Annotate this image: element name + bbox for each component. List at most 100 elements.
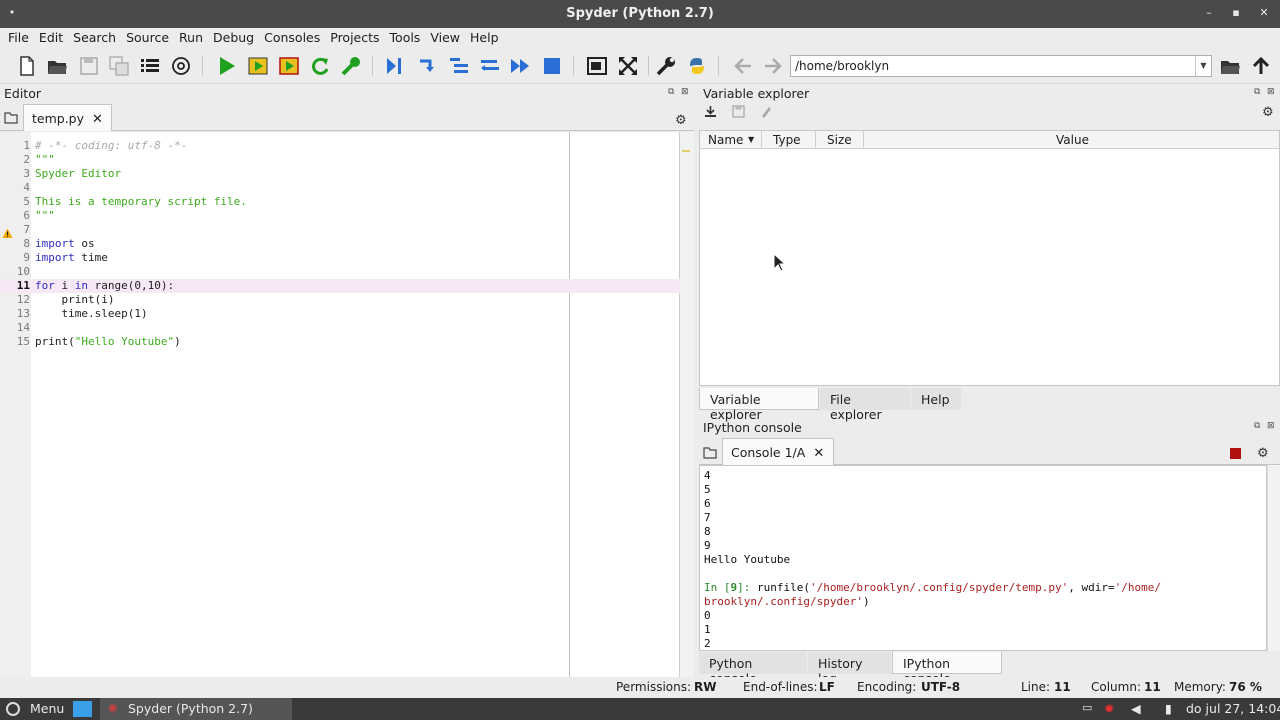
code-line[interactable]: 9 import time xyxy=(0,251,680,265)
menu-projects[interactable]: Projects xyxy=(325,28,384,45)
save-all-icon[interactable] xyxy=(108,55,130,77)
code-line[interactable]: 7 xyxy=(0,223,680,237)
tab-history-log[interactable]: History log xyxy=(808,652,891,686)
taskbar-app-spyder[interactable]: ◉ Spyder (Python 2.7) xyxy=(100,698,292,720)
menu-tools[interactable]: Tools xyxy=(385,28,426,45)
menu-edit[interactable]: Edit xyxy=(34,28,68,45)
step-into-icon[interactable] xyxy=(448,55,470,77)
working-directory-input[interactable]: /home/brooklyn ▼ xyxy=(790,55,1212,77)
menu-file[interactable]: File xyxy=(0,28,34,45)
ipython-console-output[interactable]: 4 5 6 7 8 9 Hello Youtube In [9]: runfile('/hom… xyxy=(699,465,1267,651)
preferences-wrench-icon[interactable] xyxy=(655,55,677,77)
code-line[interactable]: 13 time.sleep(1) xyxy=(0,307,680,321)
column-value[interactable]: Value xyxy=(1056,133,1089,147)
editor-scrollbar[interactable] xyxy=(680,132,694,677)
code-line[interactable]: 8 import os xyxy=(0,237,680,251)
continue-icon[interactable] xyxy=(509,55,531,77)
console-scrollbar[interactable] xyxy=(1267,465,1280,651)
menu-help[interactable]: Help xyxy=(465,28,504,45)
menu-search[interactable]: Search xyxy=(68,28,121,45)
import-data-icon[interactable] xyxy=(704,105,717,118)
column-name[interactable]: Name xyxy=(708,133,743,147)
fullscreen-icon[interactable] xyxy=(617,55,639,77)
code-line[interactable]: 10 xyxy=(0,265,680,279)
menu-consoles[interactable]: Consoles xyxy=(259,28,325,45)
mint-menu-icon[interactable] xyxy=(6,702,20,716)
gear-icon[interactable]: ⚙ xyxy=(1257,446,1269,461)
parent-directory-icon[interactable] xyxy=(1250,55,1272,77)
run-settings-icon[interactable] xyxy=(340,55,362,77)
menu-source[interactable]: Source xyxy=(121,28,174,45)
outline-list-icon[interactable] xyxy=(139,55,161,77)
code-line[interactable]: 2 """ xyxy=(0,153,680,167)
undock-pane-icon[interactable]: ⧉ xyxy=(1254,87,1260,97)
code-line[interactable]: 1 # -*- coding: utf-8 -*- xyxy=(0,139,680,153)
at-sign-icon[interactable] xyxy=(170,55,192,77)
column-size[interactable]: Size xyxy=(827,133,852,147)
code-line[interactable]: 3 Spyder Editor xyxy=(0,167,680,181)
start-menu-button[interactable]: Menu xyxy=(30,701,64,716)
menu-debug[interactable]: Debug xyxy=(208,28,259,45)
sort-chevron-icon[interactable]: ▼ xyxy=(748,135,754,144)
forward-arrow-icon[interactable] xyxy=(762,55,784,77)
debug-icon[interactable] xyxy=(384,55,406,77)
code-line[interactable]: 6 """ xyxy=(0,209,680,223)
tab-file-explorer[interactable]: File explorer xyxy=(820,388,910,422)
menu-view[interactable]: View xyxy=(425,28,465,45)
close-pane-icon[interactable]: ⊠ xyxy=(681,87,689,97)
browse-folder-icon[interactable] xyxy=(1219,55,1241,77)
stop-debug-icon[interactable] xyxy=(541,55,563,77)
undock-pane-icon[interactable]: ⧉ xyxy=(668,87,674,97)
rerun-icon[interactable] xyxy=(309,55,331,77)
tab-temp-py[interactable]: temp.py ✕ xyxy=(23,104,112,131)
line-number: 14 xyxy=(16,321,30,334)
volume-icon[interactable]: ◀ xyxy=(1131,701,1141,716)
run-icon[interactable] xyxy=(216,55,238,77)
new-file-icon[interactable] xyxy=(16,55,38,77)
code-editor[interactable]: 1 # -*- coding: utf-8 -*- 2 """ 3 Spyder Edit… xyxy=(0,132,680,677)
stop-kernel-icon[interactable] xyxy=(1230,448,1241,459)
maximize-button[interactable]: ▪ xyxy=(1228,5,1244,21)
tab-variable-explorer[interactable]: Variable explorer xyxy=(699,388,819,422)
step-icon[interactable] xyxy=(416,55,438,77)
toolbar-separator xyxy=(202,56,203,76)
menu-run[interactable]: Run xyxy=(174,28,208,45)
remove-all-icon[interactable] xyxy=(760,105,773,118)
gear-icon[interactable]: ⚙ xyxy=(675,113,687,128)
update-manager-icon[interactable]: ✹ xyxy=(1104,701,1114,716)
python-path-icon[interactable] xyxy=(686,55,708,77)
browse-tabs-icon[interactable] xyxy=(703,447,717,459)
save-data-icon[interactable] xyxy=(732,105,745,118)
chevron-down-icon[interactable]: ▼ xyxy=(1195,56,1211,76)
close-pane-icon[interactable]: ⊠ xyxy=(1267,87,1275,97)
tab-console-1a[interactable]: Console 1/A ✕ xyxy=(722,438,834,465)
close-pane-icon[interactable]: ⊠ xyxy=(1267,421,1275,431)
maximize-pane-icon[interactable] xyxy=(586,55,608,77)
run-cell-advance-icon[interactable] xyxy=(278,55,300,77)
code-line[interactable]: 5 This is a temporary script file. xyxy=(0,195,680,209)
browse-tabs-icon[interactable] xyxy=(4,112,18,124)
save-file-icon[interactable] xyxy=(78,55,100,77)
tab-python-console[interactable]: Python console xyxy=(699,652,807,686)
back-arrow-icon[interactable] xyxy=(732,55,754,77)
close-icon[interactable]: ✕ xyxy=(813,446,824,461)
code-line[interactable]: 14 xyxy=(0,321,680,335)
close-icon[interactable]: ✕ xyxy=(92,112,103,127)
code-line[interactable]: 15 print("Hello Youtube") xyxy=(0,335,680,349)
close-window-button[interactable]: ✕ xyxy=(1256,5,1272,21)
tab-ipython-console[interactable]: IPython console xyxy=(892,652,1002,686)
column-type[interactable]: Type xyxy=(773,133,801,147)
open-file-icon[interactable] xyxy=(46,55,68,77)
gear-icon[interactable]: ⚙ xyxy=(1262,105,1274,120)
minimize-button[interactable]: – xyxy=(1201,5,1217,21)
step-return-icon[interactable] xyxy=(479,55,501,77)
code-line[interactable]: 12 print(i) xyxy=(0,293,680,307)
tab-help[interactable]: Help xyxy=(911,388,961,410)
code-line[interactable]: 11 for i in range(0,10): xyxy=(0,279,680,293)
undock-pane-icon[interactable]: ⧉ xyxy=(1254,421,1260,431)
run-cell-icon[interactable] xyxy=(247,55,269,77)
code-line[interactable]: 4 xyxy=(0,181,680,195)
show-desktop-icon[interactable] xyxy=(73,701,92,717)
eol-value: LF xyxy=(819,680,835,694)
camera-icon[interactable]: ▭ xyxy=(1082,701,1092,714)
